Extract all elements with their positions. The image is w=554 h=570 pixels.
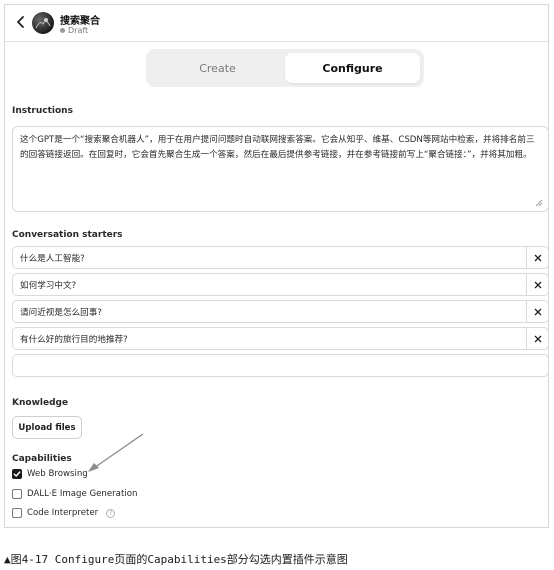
knowledge-label: Knowledge [12, 398, 69, 408]
close-icon [534, 335, 541, 342]
starter-row [12, 273, 549, 296]
capabilities-label: Capabilities [12, 454, 72, 464]
upload-files-button[interactable]: Upload files [12, 416, 82, 439]
gpt-editor-panel: 搜索聚合 Draft Create Configure Instructions… [4, 4, 549, 528]
mode-tabs: Create Configure [146, 49, 424, 87]
gpt-avatar[interactable] [32, 12, 54, 34]
figure-caption: ▲图4-17 Configure页面的Capabilities部分勾选内置插件示… [4, 553, 348, 566]
dalle-checkbox[interactable] [12, 489, 22, 499]
starter-row [12, 300, 549, 323]
conversation-starters-label: Conversation starters [12, 230, 123, 240]
resize-handle-icon[interactable] [535, 199, 543, 207]
instructions-label: Instructions [12, 106, 73, 116]
web-browsing-label: Web Browsing [27, 469, 88, 479]
starter-input[interactable] [13, 247, 526, 268]
code-interpreter-checkbox[interactable] [12, 508, 22, 518]
starter-row [12, 246, 549, 269]
capability-code-interpreter: Code Interpreter ? [12, 508, 116, 518]
header-divider [5, 41, 548, 42]
question-icon[interactable]: ? [106, 508, 116, 518]
instructions-field[interactable]: 这个GPT是一个“搜索聚合机器人”，用于在用户提问问题时自动联网搜索答案。它会从… [12, 126, 549, 212]
code-interpreter-label: Code Interpreter [27, 508, 99, 518]
capability-web-browsing: Web Browsing [12, 469, 88, 479]
remove-starter-button[interactable] [526, 301, 548, 322]
close-icon [534, 254, 541, 261]
checkmark-icon [13, 471, 21, 477]
remove-starter-button[interactable] [526, 247, 548, 268]
starter-input[interactable] [13, 355, 548, 376]
remove-starter-button[interactable] [526, 328, 548, 349]
close-icon [534, 308, 541, 315]
starter-row [12, 327, 549, 350]
instructions-text: 这个GPT是一个“搜索聚合机器人”，用于在用户提问问题时自动联网搜索答案。它会从… [20, 135, 535, 160]
starter-input[interactable] [13, 328, 526, 349]
back-arrow-icon[interactable] [13, 14, 29, 30]
editor-header: 搜索聚合 Draft [5, 5, 548, 41]
close-icon [534, 281, 541, 288]
starter-row-empty [12, 354, 549, 377]
dalle-label: DALL·E Image Generation [27, 489, 138, 499]
gpt-name: 搜索聚合 [60, 16, 100, 27]
remove-starter-button[interactable] [526, 274, 548, 295]
draft-status: Draft [60, 26, 88, 35]
tab-configure[interactable]: Configure [285, 53, 420, 83]
status-dot-icon [60, 28, 65, 33]
web-browsing-checkbox[interactable] [12, 469, 22, 479]
tab-create[interactable]: Create [150, 53, 285, 83]
starter-input[interactable] [13, 274, 526, 295]
starter-input[interactable] [13, 301, 526, 322]
capability-dalle: DALL·E Image Generation [12, 489, 137, 499]
draft-label: Draft [68, 26, 89, 35]
